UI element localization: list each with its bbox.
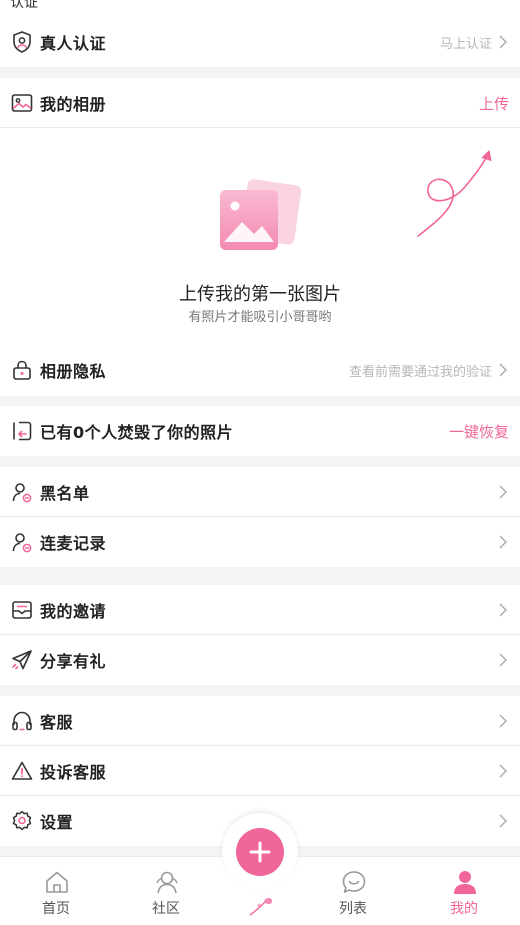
lock-icon <box>13 360 31 380</box>
mic-records-row[interactable]: 连麦记录 <box>0 517 520 567</box>
home-icon <box>46 871 68 893</box>
tab-mine-label: 我的 <box>450 901 478 917</box>
top-partial-row: 认证 <box>0 0 520 17</box>
customer-service-label: 客服 <box>40 713 74 732</box>
gear-icon <box>12 810 32 831</box>
tab-community-label: 社区 <box>152 901 180 917</box>
user-record-icon <box>12 533 32 553</box>
chat-icon <box>342 871 366 893</box>
album-privacy-row[interactable]: 相册隐私 查看前需要通过我的验证 <box>0 345 520 395</box>
mic-records-label: 连麦记录 <box>40 534 107 553</box>
send-icon <box>12 650 32 670</box>
shield-user-icon <box>13 31 31 53</box>
image-icon <box>11 94 33 112</box>
share-gift-row[interactable]: 分享有礼 <box>0 635 520 685</box>
complaint-row[interactable]: 投诉客服 <box>0 746 520 796</box>
complaint-label: 投诉客服 <box>40 763 107 782</box>
chevron-right-icon <box>499 714 507 728</box>
chevron-right-icon <box>499 35 507 49</box>
add-button[interactable] <box>236 828 284 876</box>
chevron-right-icon <box>499 363 507 377</box>
arrow-doodle-icon <box>417 150 492 237</box>
warning-icon <box>11 761 33 780</box>
blacklist-label: 黑名单 <box>40 484 90 503</box>
verify-now-hint: 马上认证 <box>439 36 492 52</box>
upload-button[interactable]: 上传 <box>479 93 509 114</box>
community-icon <box>156 871 178 894</box>
one-click-restore-button[interactable]: 一键恢复 <box>449 421 509 442</box>
divider <box>0 127 520 128</box>
real-person-verify-row[interactable]: 真人认证 马上认证 <box>0 17 520 67</box>
album-privacy-label: 相册隐私 <box>40 362 107 381</box>
tab-list-label: 列表 <box>339 901 367 917</box>
profile-icon <box>454 871 476 894</box>
chevron-right-icon <box>499 485 507 499</box>
blocked-user-icon <box>12 483 32 503</box>
chevron-right-icon <box>499 814 507 828</box>
empty-album-subtitle: 有照片才能吸引小哥哥哟 <box>188 310 332 325</box>
blacklist-row[interactable]: 黑名单 <box>0 467 520 517</box>
tab-community[interactable]: 社区 <box>114 857 218 925</box>
customer-service-row[interactable]: 客服 <box>0 696 520 746</box>
my-album-row: 我的相册 上传 <box>0 78 520 128</box>
photo-stack-illustration[interactable] <box>210 176 306 256</box>
album-privacy-hint: 查看前需要通过我的验证 <box>348 364 492 380</box>
chevron-right-icon <box>499 764 507 778</box>
my-invite-label: 我的邀请 <box>40 602 107 621</box>
top-partial-label: 认证 <box>10 0 38 11</box>
restore-icon <box>13 421 32 441</box>
tab-mine[interactable]: 我的 <box>412 857 516 925</box>
decorative-flower-icon <box>249 898 272 916</box>
tab-home[interactable]: 首页 <box>4 857 108 925</box>
empty-album-title: 上传我的第一张图片 <box>179 284 341 305</box>
my-invite-row[interactable]: 我的邀请 <box>0 585 520 635</box>
settings-label: 设置 <box>40 813 74 832</box>
mail-icon <box>12 601 32 619</box>
tab-list[interactable]: 列表 <box>301 857 405 925</box>
destroyed-photos-row: 已有0个人焚毁了你的照片 一键恢复 <box>0 406 520 456</box>
chevron-right-icon <box>499 535 507 549</box>
chevron-right-icon <box>499 603 507 617</box>
headphones-icon <box>12 711 32 731</box>
my-album-label: 我的相册 <box>40 95 107 114</box>
plus-icon <box>249 841 271 863</box>
share-gift-label: 分享有礼 <box>40 652 107 671</box>
tab-home-label: 首页 <box>42 901 70 917</box>
destroyed-photos-label: 已有0个人焚毁了你的照片 <box>40 423 234 442</box>
chevron-right-icon <box>499 653 507 667</box>
real-person-verify-label: 真人认证 <box>40 34 107 53</box>
